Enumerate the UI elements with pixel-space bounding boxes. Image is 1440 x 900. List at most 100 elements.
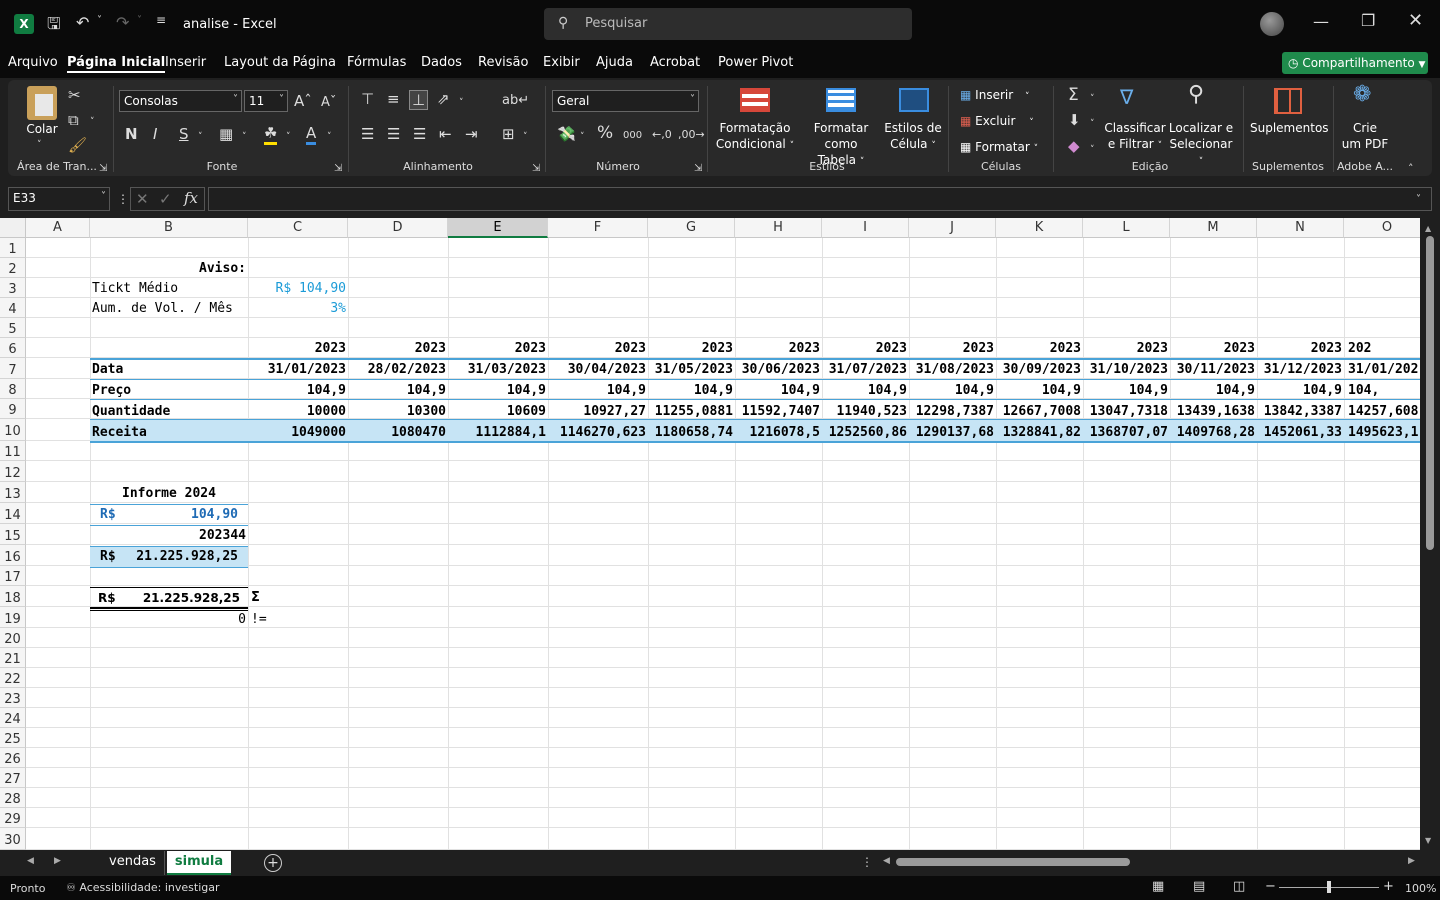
row-header-17[interactable]: 17 [0,566,26,586]
cell-receitas-k[interactable]: 1328841,82 [996,423,1081,443]
font-color-icon[interactable]: A [306,124,317,145]
number-format-dropdown[interactable]: Geral ˅ [552,90,699,112]
cell-qtds-o[interactable]: 14257,608 [1344,402,1420,422]
align-middle-icon[interactable]: ≡ [387,90,400,108]
row-header-23[interactable]: 23 [0,688,26,708]
row-header-14[interactable]: 14 [0,503,26,524]
cell-sum-rs[interactable]: R$ [98,588,128,608]
cell-styles-button[interactable]: Estilos de Célula ˅ [884,120,942,154]
row-header-11[interactable]: 11 [0,441,26,461]
cell-receitas-j[interactable]: 1290137,68 [909,423,994,443]
zoom-in-icon[interactable]: + [1383,879,1394,894]
row-header-25[interactable]: 25 [0,728,26,748]
alignment-launcher-icon[interactable]: ⇲ [532,160,540,178]
cell-dates-l[interactable]: 31/10/2023 [1083,360,1168,380]
shrink-font-icon[interactable]: Aˇ [321,94,336,112]
cell-qtds-h[interactable]: 11592,7407 [735,402,820,422]
row-header-26[interactable]: 26 [0,748,26,768]
cell-years-m[interactable]: 2023 [1170,339,1255,359]
underline-dropdown-icon[interactable]: ˅ [198,128,203,146]
bold-icon[interactable]: N [125,125,138,143]
row-header-19[interactable]: 19 [0,607,26,628]
cell-precos-g[interactable]: 104,9 [648,381,733,401]
cell-receitas-n[interactable]: 1452061,33 [1257,423,1342,443]
cell-dates-e[interactable]: 31/03/2023 [448,360,546,380]
cell-precos-m[interactable]: 104,9 [1170,381,1255,401]
row-header-5[interactable]: 5 [0,318,26,338]
cell-qtds-n[interactable]: 13842,3387 [1257,402,1342,422]
decrease-decimal-icon[interactable]: ,00→ [678,126,705,144]
scroll-down-icon[interactable]: ▼ [1425,836,1431,845]
increase-indent-icon[interactable]: ⇥ [465,125,478,143]
row-header-28[interactable]: 28 [0,788,26,808]
paste-button[interactable]: Colar [20,121,64,137]
cell-years-i[interactable]: 2023 [822,339,907,359]
normal-view-icon[interactable]: ▦ [1152,879,1164,894]
cancel-icon[interactable]: ✕ [136,190,149,208]
cell-qtds-e[interactable]: 10609 [448,402,546,422]
cell-informe-total-rs[interactable]: R$ [100,547,130,567]
orientation-icon[interactable]: ⇗ [437,90,450,108]
cell-years-d[interactable]: 2023 [348,339,446,359]
row-header-4[interactable]: 4 [0,298,26,318]
row-header-27[interactable]: 27 [0,768,26,788]
copy-icon[interactable]: ⧉ [68,111,79,129]
cell-receitas-m[interactable]: 1409768,28 [1170,423,1255,443]
percent-icon[interactable]: % [597,124,613,142]
conditional-format-button[interactable]: Formatação Condicional ˅ [712,120,798,154]
cell-precos-i[interactable]: 104,9 [822,381,907,401]
align-center-icon[interactable]: ☰ [387,125,400,143]
cell-precos-d[interactable]: 104,9 [348,381,446,401]
tab-ajuda[interactable]: Ajuda [596,55,633,70]
cell-informe-total[interactable]: 21.225.928,25 [130,547,238,567]
cell-precos-e[interactable]: 104,9 [448,381,546,401]
format-painter-icon[interactable]: 🖌 [68,136,87,154]
redo-dropdown-icon[interactable]: ˅ [137,15,142,26]
cell-dates-g[interactable]: 31/05/2023 [648,360,733,380]
cell-years-e[interactable]: 2023 [448,339,546,359]
horizontal-scroll-thumb[interactable] [896,858,1130,866]
column-header-j[interactable]: J [909,218,996,238]
cell-informe-title[interactable]: Informe 2024 [90,484,248,504]
cut-icon[interactable]: ✂ [68,86,81,104]
cell-years-f[interactable]: 2023 [548,339,646,359]
sort-filter-button[interactable]: Classificar e Filtrar ˅ [1104,120,1166,154]
cell-zero[interactable]: 0 [130,610,246,630]
sheet-tab-simula[interactable]: simula [167,851,231,875]
spreadsheet-grid[interactable]: ABCDEFGHIJKLMNO 1 2 3 4 5 6 7 8 9 10 11 12 13 14 15 16 1… [0,218,1420,850]
horizontal-scrollbar[interactable]: ◀ ▶ [880,854,1420,870]
row-header-20[interactable]: 20 [0,628,26,648]
minimize-icon[interactable]: — [1313,12,1329,31]
accounting-format-icon[interactable]: 💸 [557,125,576,143]
cell-precos-h[interactable]: 104,9 [735,381,820,401]
thousands-icon[interactable]: 000 [623,127,642,145]
cell-qtd-label[interactable]: Quantidade [92,402,242,422]
accounting-dropdown-icon[interactable]: ˅ [580,128,585,146]
paste-dropdown-icon[interactable]: ˅ [37,136,42,154]
expand-formula-icon[interactable]: ˅ [1416,191,1421,209]
add-sheet-icon[interactable]: + [264,854,282,872]
cell-precos-o[interactable]: 104, [1344,381,1420,401]
cell-dates-m[interactable]: 30/11/2023 [1170,360,1255,380]
underline-icon[interactable]: S [179,125,189,143]
row-header-29[interactable]: 29 [0,808,26,828]
cell-informe-qtd[interactable]: 202344 [130,526,246,546]
cell-qtds-g[interactable]: 11255,0881 [648,402,733,422]
select-all-corner[interactable] [0,218,26,238]
create-pdf-button[interactable]: Crie um PDF [1336,120,1394,152]
cell-dates-n[interactable]: 31/12/2023 [1257,360,1342,380]
next-sheet-icon[interactable]: ▶ [54,856,61,866]
sheet-tab-vendas[interactable]: vendas [101,851,165,875]
row-header-13[interactable]: 13 [0,482,26,503]
column-header-g[interactable]: G [648,218,735,238]
cell-sigma[interactable]: Σ [251,588,271,608]
row-header-8[interactable]: 8 [0,379,26,399]
paste-icon[interactable] [27,86,57,120]
column-header-e[interactable]: E [448,218,548,238]
row-header-30[interactable]: 30 [0,828,26,850]
cell-qtds-m[interactable]: 13439,1638 [1170,402,1255,422]
redo-icon[interactable]: ↷ [116,13,129,32]
cell-tickt-value[interactable]: R$ 104,90 [249,279,346,299]
cell-years-o[interactable]: 202 [1344,339,1420,359]
cell-precos-l[interactable]: 104,9 [1083,381,1168,401]
